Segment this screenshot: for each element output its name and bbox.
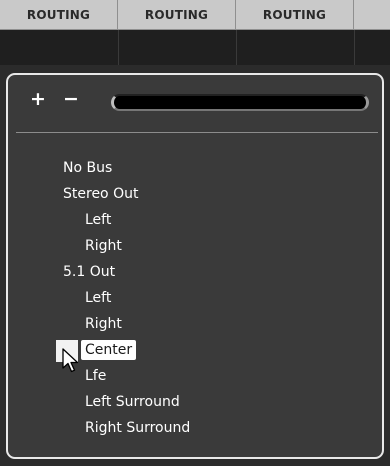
list-item-left-surround[interactable]: Left Surround [8,389,382,415]
toolbar-divider [16,132,378,133]
list-item-5-1-out[interactable]: 5.1 Out [8,259,382,285]
list-item-label: No Bus [63,160,113,176]
list-item-label: Left [85,290,112,306]
list-item-label: Center [81,340,137,360]
list-item-label: Lfe [85,368,107,384]
list-item-stereo-out[interactable]: Stereo Out [8,181,382,207]
list-item-right-surround[interactable]: Right Surround [8,415,382,441]
routing-row [0,30,390,65]
list-item-label: Stereo Out [63,186,139,202]
filter-input[interactable] [111,94,369,111]
list-item-label: Right Surround [85,420,191,436]
column-header-routing-1[interactable]: ROUTING [0,0,118,30]
column-divider [118,30,119,65]
column-header-bar: ROUTING ROUTING ROUTING [0,0,390,30]
routing-list: No Bus Stereo Out Left Right 5.1 Out Lef… [8,155,382,441]
popup-toolbar: + − [8,75,382,130]
remove-button[interactable]: − [63,88,79,110]
list-item-surround-right[interactable]: Right [8,311,382,337]
list-item-stereo-left[interactable]: Left [8,207,382,233]
column-header-routing-2[interactable]: ROUTING [118,0,236,30]
list-item-no-bus[interactable]: No Bus [8,155,382,181]
column-divider [236,30,237,65]
list-item-label: Right [85,238,122,254]
selection-marker [56,340,78,362]
add-button[interactable]: + [30,88,46,110]
list-item-label: 5.1 Out [63,264,116,280]
routing-popup: + − No Bus Stereo Out Left Right 5.1 Out… [6,73,384,459]
list-item-stereo-right[interactable]: Right [8,233,382,259]
list-item-surround-left[interactable]: Left [8,285,382,311]
column-divider [354,30,355,65]
list-item-label: Right [85,316,122,332]
list-item-label: Left Surround [85,394,180,410]
list-item-label: Left [85,212,112,228]
list-item-lfe[interactable]: Lfe [8,363,382,389]
column-header-routing-3[interactable]: ROUTING [236,0,354,30]
